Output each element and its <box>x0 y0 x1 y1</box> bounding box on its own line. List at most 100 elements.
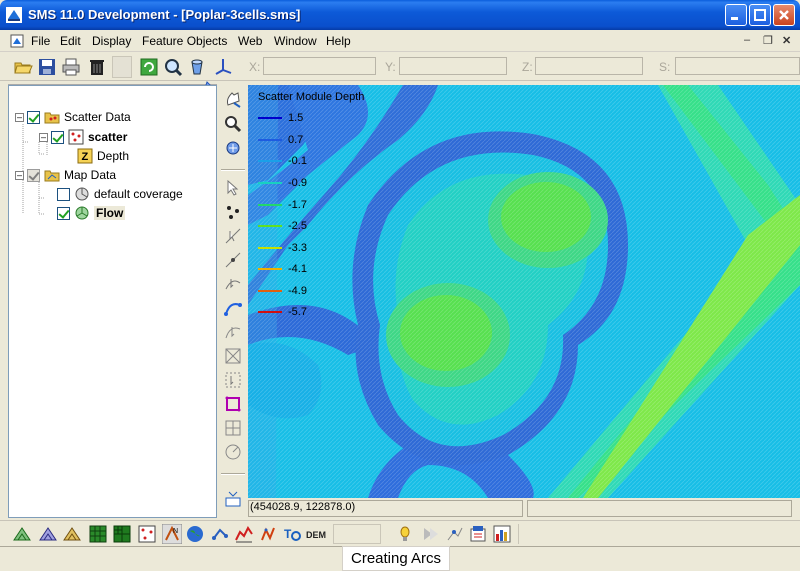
zoom-tool-icon[interactable] <box>222 113 244 135</box>
y-field[interactable] <box>399 57 507 75</box>
legend-value: -2.5 <box>288 220 307 232</box>
particle-icon[interactable] <box>210 524 230 544</box>
graphics-canvas[interactable] <box>248 85 800 498</box>
refresh-icon[interactable] <box>138 56 160 78</box>
project-explorer: – Scatter Data – scatter Z Depth – Map D… <box>8 85 217 518</box>
menu-bar: File Edit Display Feature Objects Web Wi… <box>0 30 800 52</box>
menu-window[interactable]: Window <box>274 34 317 48</box>
observation-icon[interactable] <box>445 524 465 544</box>
map-module-icon[interactable]: N <box>162 524 182 544</box>
save-icon[interactable] <box>36 56 58 78</box>
legend-swatch <box>258 311 282 313</box>
menu-edit[interactable]: Edit <box>60 34 81 48</box>
legend-swatch <box>258 290 282 292</box>
tree-scatter[interactable]: – scatter <box>39 128 127 146</box>
select-feature-icon[interactable] <box>222 177 244 199</box>
s-field[interactable] <box>675 57 800 75</box>
coord-box <box>248 500 523 517</box>
mdi-close-icon[interactable]: ✕ <box>782 34 791 47</box>
toolbar-divider <box>518 524 798 544</box>
z-field[interactable] <box>535 57 643 75</box>
menu-display[interactable]: Display <box>92 34 131 48</box>
dem-icon[interactable]: DEM <box>306 524 326 544</box>
data-calculator-icon[interactable] <box>468 524 488 544</box>
select-node-icon[interactable] <box>222 225 244 247</box>
create-points-icon[interactable] <box>222 201 244 223</box>
cartesian-grid-icon[interactable] <box>88 524 108 544</box>
quadtree-icon[interactable] <box>112 524 132 544</box>
tree-scatter-data[interactable]: – Scatter Data <box>15 108 131 126</box>
scatter-module-icon[interactable] <box>137 524 157 544</box>
globe-icon[interactable] <box>185 524 205 544</box>
collapse-icon[interactable]: – <box>15 112 24 122</box>
legend-entry: -2.5 <box>258 219 307 233</box>
print-icon[interactable] <box>60 56 82 78</box>
select-polygon-icon[interactable] <box>222 369 244 391</box>
mesh-module-icon[interactable] <box>12 524 32 544</box>
legend-entry: -3.3 <box>258 241 307 255</box>
y-label: Y: <box>385 60 396 74</box>
legend-swatch <box>258 117 282 119</box>
curve-module-icon[interactable] <box>234 524 254 544</box>
bulb-icon[interactable] <box>395 524 415 544</box>
zoom-icon[interactable] <box>162 56 184 78</box>
mdi-minimize-icon[interactable]: – <box>744 34 750 46</box>
create-arc-icon[interactable] <box>222 297 244 319</box>
tree-map-data[interactable]: – Map Data <box>15 166 116 184</box>
checkbox-flow[interactable] <box>57 206 70 220</box>
grid-module-icon[interactable] <box>38 524 58 544</box>
menu-help[interactable]: Help <box>326 34 351 48</box>
legend-entry: 1.5 <box>258 111 303 125</box>
animation-icon[interactable] <box>420 524 440 544</box>
legend-entry: -0.9 <box>258 176 307 190</box>
collapse-icon[interactable]: – <box>15 170 24 180</box>
rotate-tool-icon[interactable] <box>222 137 244 159</box>
create-node-icon[interactable] <box>222 249 244 271</box>
axes-icon[interactable] <box>212 56 234 78</box>
dataset-z-icon: Z <box>77 148 93 164</box>
legend-entry: -1.7 <box>258 198 307 212</box>
menu-feature-objects[interactable]: Feature Objects <box>142 34 227 48</box>
module-toolbar: N T DEM <box>0 520 800 546</box>
document-icon[interactable] <box>10 34 24 48</box>
tree-depth[interactable]: Z Depth <box>77 147 129 165</box>
main-toolbar: X: Y: Z: S: <box>0 53 800 81</box>
tree-label: Depth <box>97 149 130 163</box>
grid-frame-icon[interactable] <box>222 417 244 439</box>
open-icon[interactable] <box>12 56 34 78</box>
menu-file[interactable]: File <box>31 34 50 48</box>
menu-web[interactable]: Web <box>238 34 262 48</box>
legend-title: Scatter Module Depth <box>258 91 365 103</box>
checkbox-scatter-data[interactable] <box>27 110 40 124</box>
genesis-icon[interactable] <box>258 524 278 544</box>
app-icon <box>6 7 22 23</box>
trash-icon[interactable] <box>86 56 108 78</box>
select-arc-group-icon[interactable] <box>222 345 244 367</box>
checkbox-default-coverage[interactable] <box>57 187 70 201</box>
select-arc-icon[interactable] <box>222 321 244 343</box>
bucket-icon[interactable] <box>186 56 208 78</box>
svg-text:Z: Z <box>82 151 89 163</box>
minimize-button[interactable] <box>725 4 747 26</box>
gis-module-icon[interactable]: T <box>282 524 302 544</box>
checkbox-scatter[interactable] <box>51 130 64 144</box>
plot-wizard-icon[interactable] <box>492 524 512 544</box>
tin-module-icon[interactable] <box>62 524 82 544</box>
close-button[interactable] <box>773 4 795 26</box>
build-polygon-icon[interactable] <box>222 393 244 415</box>
tree-flow[interactable]: Flow <box>57 204 126 222</box>
module-switch-icon[interactable] <box>222 488 244 510</box>
select-vertex-icon[interactable] <box>222 273 244 295</box>
tree-default-coverage[interactable]: default coverage <box>57 185 183 203</box>
pan-tool-icon[interactable] <box>222 89 244 111</box>
legend-value: 1.5 <box>288 112 304 124</box>
collapse-icon[interactable]: – <box>39 132 48 142</box>
maximize-button[interactable] <box>749 4 771 26</box>
legend-value: -0.1 <box>288 155 307 167</box>
x-field[interactable] <box>263 57 376 75</box>
coord-box <box>527 500 792 517</box>
mdi-restore-icon[interactable]: ❐ <box>763 34 773 47</box>
measure-icon[interactable] <box>222 441 244 463</box>
title-bar: SMS 11.0 Development - [Poplar-3cells.sm… <box>0 0 800 30</box>
checkbox-map-data[interactable] <box>27 168 40 182</box>
